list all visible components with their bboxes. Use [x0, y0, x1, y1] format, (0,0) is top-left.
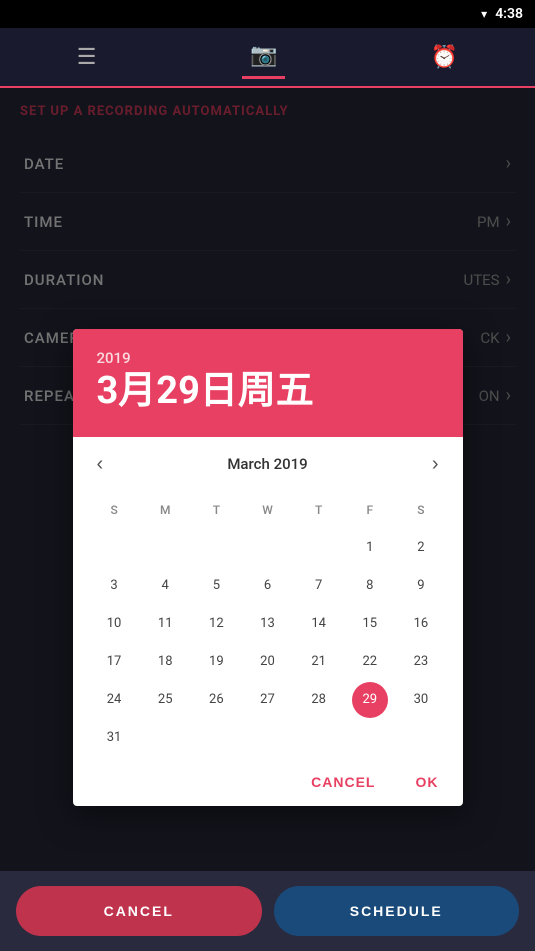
- calendar-weeks: 1234567891011121314151617181920212223242…: [89, 530, 447, 756]
- cal-day-4-4[interactable]: 28: [293, 682, 344, 718]
- schedule-button[interactable]: SCHEDULE: [274, 886, 520, 936]
- dialog-body: ‹ March 2019 › S M T W T F S: [73, 437, 463, 756]
- cal-day-4-1[interactable]: 25: [140, 682, 191, 718]
- cal-day-5-3: [242, 720, 293, 756]
- cal-day-2-1[interactable]: 11: [140, 606, 191, 642]
- cal-day-3-5[interactable]: 22: [344, 644, 395, 680]
- cal-day-0-3: [242, 530, 293, 566]
- day-header-w: W: [242, 492, 293, 528]
- calendar-week-5: 31: [89, 720, 447, 756]
- cal-day-5-0[interactable]: 31: [89, 720, 140, 756]
- calendar-nav: ‹ March 2019 ›: [89, 449, 447, 480]
- cal-day-5-1: [140, 720, 191, 756]
- calendar-week-1: 3456789: [89, 568, 447, 604]
- bottom-buttons: CANCEL SCHEDULE: [0, 871, 535, 951]
- status-time: 4:38: [495, 6, 523, 22]
- cal-day-5-4: [293, 720, 344, 756]
- dialog-cancel-button[interactable]: CANCEL: [303, 770, 383, 794]
- prev-month-button[interactable]: ‹: [89, 449, 112, 480]
- dialog-ok-button[interactable]: OK: [408, 770, 447, 794]
- status-bar: ▾ 4:38: [0, 0, 535, 28]
- cal-day-3-4[interactable]: 21: [293, 644, 344, 680]
- cancel-button[interactable]: CANCEL: [16, 886, 262, 936]
- wifi-icon: ▾: [481, 7, 487, 21]
- cal-day-0-6[interactable]: 2: [395, 530, 446, 566]
- dialog-date-title: 3月29日周五: [97, 371, 439, 413]
- cal-day-4-0[interactable]: 24: [89, 682, 140, 718]
- calendar-week-0: 12: [89, 530, 447, 566]
- dialog-year: 2019: [97, 349, 439, 367]
- cal-day-2-0[interactable]: 10: [89, 606, 140, 642]
- cal-day-4-6[interactable]: 30: [395, 682, 446, 718]
- video-icon[interactable]: 📷: [242, 35, 285, 79]
- dialog-actions: CANCEL OK: [73, 758, 463, 806]
- month-label: March 2019: [227, 455, 307, 473]
- date-picker-dialog: 2019 3月29日周五 ‹ March 2019 › S M T W: [73, 329, 463, 806]
- alarm-icon[interactable]: ⏰: [423, 37, 466, 78]
- day-header-f: F: [344, 492, 395, 528]
- dialog-header: 2019 3月29日周五: [73, 329, 463, 437]
- cal-day-0-1: [140, 530, 191, 566]
- cal-day-4-3[interactable]: 27: [242, 682, 293, 718]
- day-header-t2: T: [293, 492, 344, 528]
- cal-day-0-2: [191, 530, 242, 566]
- cal-day-3-3[interactable]: 20: [242, 644, 293, 680]
- cal-day-4-5[interactable]: 29: [352, 682, 388, 718]
- cal-day-1-2[interactable]: 5: [191, 568, 242, 604]
- cal-day-0-4: [293, 530, 344, 566]
- cal-day-0-5[interactable]: 1: [344, 530, 395, 566]
- day-header-t1: T: [191, 492, 242, 528]
- cal-day-2-2[interactable]: 12: [191, 606, 242, 642]
- cal-day-2-6[interactable]: 16: [395, 606, 446, 642]
- next-month-button[interactable]: ›: [424, 449, 447, 480]
- cal-day-1-4[interactable]: 7: [293, 568, 344, 604]
- date-picker-overlay: 2019 3月29日周五 ‹ March 2019 › S M T W: [0, 176, 535, 871]
- menu-icon[interactable]: ☰: [69, 37, 105, 78]
- calendar-week-4: 24252627282930: [89, 682, 447, 718]
- cal-day-3-1[interactable]: 18: [140, 644, 191, 680]
- cal-day-1-5[interactable]: 8: [344, 568, 395, 604]
- calendar-grid: S M T W T F S 12345678910111213141516171…: [89, 492, 447, 756]
- cal-day-5-6: [395, 720, 446, 756]
- cal-day-0-0: [89, 530, 140, 566]
- day-header-s2: S: [395, 492, 446, 528]
- cal-day-2-3[interactable]: 13: [242, 606, 293, 642]
- cal-day-5-5: [344, 720, 395, 756]
- cal-day-4-2[interactable]: 26: [191, 682, 242, 718]
- cal-day-1-0[interactable]: 3: [89, 568, 140, 604]
- day-header-m: M: [140, 492, 191, 528]
- calendar-week-3: 17181920212223: [89, 644, 447, 680]
- cal-day-5-2: [191, 720, 242, 756]
- calendar-header-row: S M T W T F S: [89, 492, 447, 528]
- cal-day-3-0[interactable]: 17: [89, 644, 140, 680]
- cal-day-2-4[interactable]: 14: [293, 606, 344, 642]
- nav-bar: ☰ 📷 ⏰: [0, 28, 535, 88]
- cal-day-1-6[interactable]: 9: [395, 568, 446, 604]
- cal-day-1-1[interactable]: 4: [140, 568, 191, 604]
- day-header-s1: S: [89, 492, 140, 528]
- cal-day-3-6[interactable]: 23: [395, 644, 446, 680]
- calendar-week-2: 10111213141516: [89, 606, 447, 642]
- cal-day-1-3[interactable]: 6: [242, 568, 293, 604]
- cal-day-2-5[interactable]: 15: [344, 606, 395, 642]
- cal-day-3-2[interactable]: 19: [191, 644, 242, 680]
